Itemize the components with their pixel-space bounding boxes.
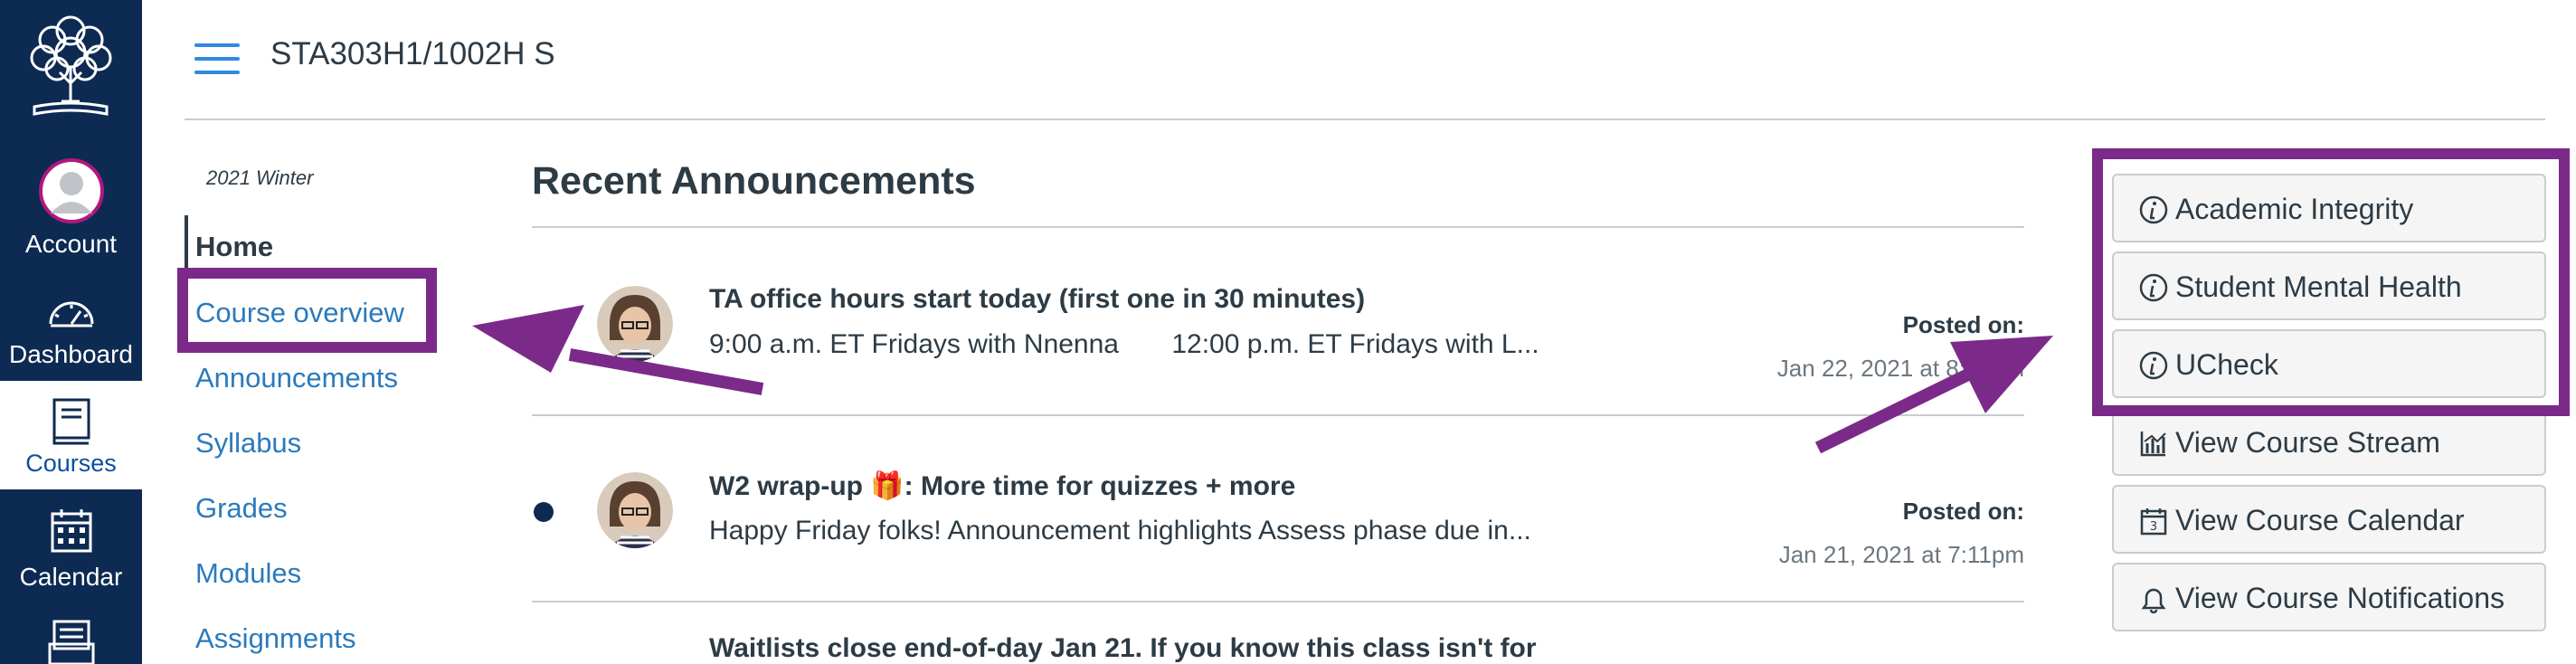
course-menu-toggle-button[interactable] [194, 43, 240, 74]
nav-calendar-label: Calendar [19, 563, 123, 591]
university-crest-logo[interactable] [16, 13, 126, 121]
posted-date: Jan 22, 2021 at 8:20am [1776, 355, 2024, 382]
active-item-indicator [185, 215, 188, 268]
global-nav-rail: Account Dashboard Courses Calendar [0, 0, 142, 664]
announcement-title-link[interactable]: W2 wrap-up 🎁: More time for quizzes + mo… [709, 470, 1295, 502]
inbox-icon [48, 620, 94, 664]
view-course-calendar-label: View Course Calendar [2175, 504, 2465, 536]
nav-calendar[interactable]: Calendar [0, 492, 142, 601]
announcement-title-link[interactable]: Waitlists close end-of-day Jan 21. If yo… [709, 633, 1537, 664]
course-nav-syllabus[interactable]: Syllabus [195, 427, 301, 460]
calendar-icon [51, 509, 91, 553]
svg-text:3: 3 [2150, 520, 2157, 534]
dashboard-gauge-icon [49, 301, 93, 327]
course-nav-assignments[interactable]: Assignments [195, 622, 355, 655]
nav-courses[interactable]: Courses [0, 381, 142, 489]
view-course-notifications-label: View Course Notifications [2175, 582, 2505, 614]
courses-book-icon [52, 398, 90, 445]
unread-indicator [534, 316, 554, 336]
course-nav-grades[interactable]: Grades [195, 492, 288, 525]
nav-dashboard-label: Dashboard [9, 340, 133, 368]
view-course-notifications-button[interactable]: View Course Notifications [2112, 563, 2546, 631]
nav-account[interactable]: Account [0, 145, 142, 262]
view-course-calendar-button[interactable]: 3 View Course Calendar [2112, 485, 2546, 554]
course-overview-highlight-box [177, 268, 437, 353]
nav-dashboard[interactable]: Dashboard [0, 271, 142, 378]
posted-on-label: Posted on: [1902, 498, 2024, 525]
breadcrumb-course-code[interactable]: STA303H1/1002H S [270, 36, 555, 72]
nav-inbox[interactable] [0, 608, 142, 664]
author-avatar[interactable] [597, 472, 673, 548]
nav-account-label: Account [24, 230, 118, 258]
announcement-preview: Happy Friday folks! Announcement highlig… [709, 516, 1531, 545]
posted-on-label: Posted on: [1902, 311, 2024, 338]
header-divider [185, 119, 2545, 120]
announcement-divider [532, 414, 2024, 416]
sidebar-highlight-box [2092, 148, 2570, 416]
course-nav-announcements[interactable]: Announcements [195, 362, 398, 394]
term-label: 2021 Winter [206, 166, 314, 189]
author-avatar[interactable] [597, 286, 673, 362]
announcements-divider [532, 226, 2024, 228]
stream-chart-icon [2140, 432, 2166, 457]
avatar [38, 158, 104, 223]
unread-indicator [534, 502, 554, 522]
posted-date: Jan 21, 2021 at 7:11pm [1778, 541, 2024, 568]
view-course-stream-button[interactable]: View Course Stream [2112, 407, 2546, 476]
announcement-divider [532, 601, 2024, 602]
course-nav-home[interactable]: Home [195, 231, 273, 263]
announcement-title-link[interactable]: TA office hours start today (first one i… [709, 284, 1365, 315]
arrow-to-sidebar-buttons [1814, 336, 2053, 454]
bell-icon [2141, 588, 2166, 613]
calendar-icon: 3 [2140, 508, 2167, 536]
course-nav-modules[interactable]: Modules [195, 557, 301, 590]
nav-courses-label: Courses [25, 450, 117, 477]
view-course-stream-label: View Course Stream [2175, 426, 2440, 459]
announcement-preview: 9:00 a.m. ET Fridays with Nnenna 12:00 p… [709, 329, 1539, 359]
announcements-heading: Recent Announcements [532, 159, 976, 203]
